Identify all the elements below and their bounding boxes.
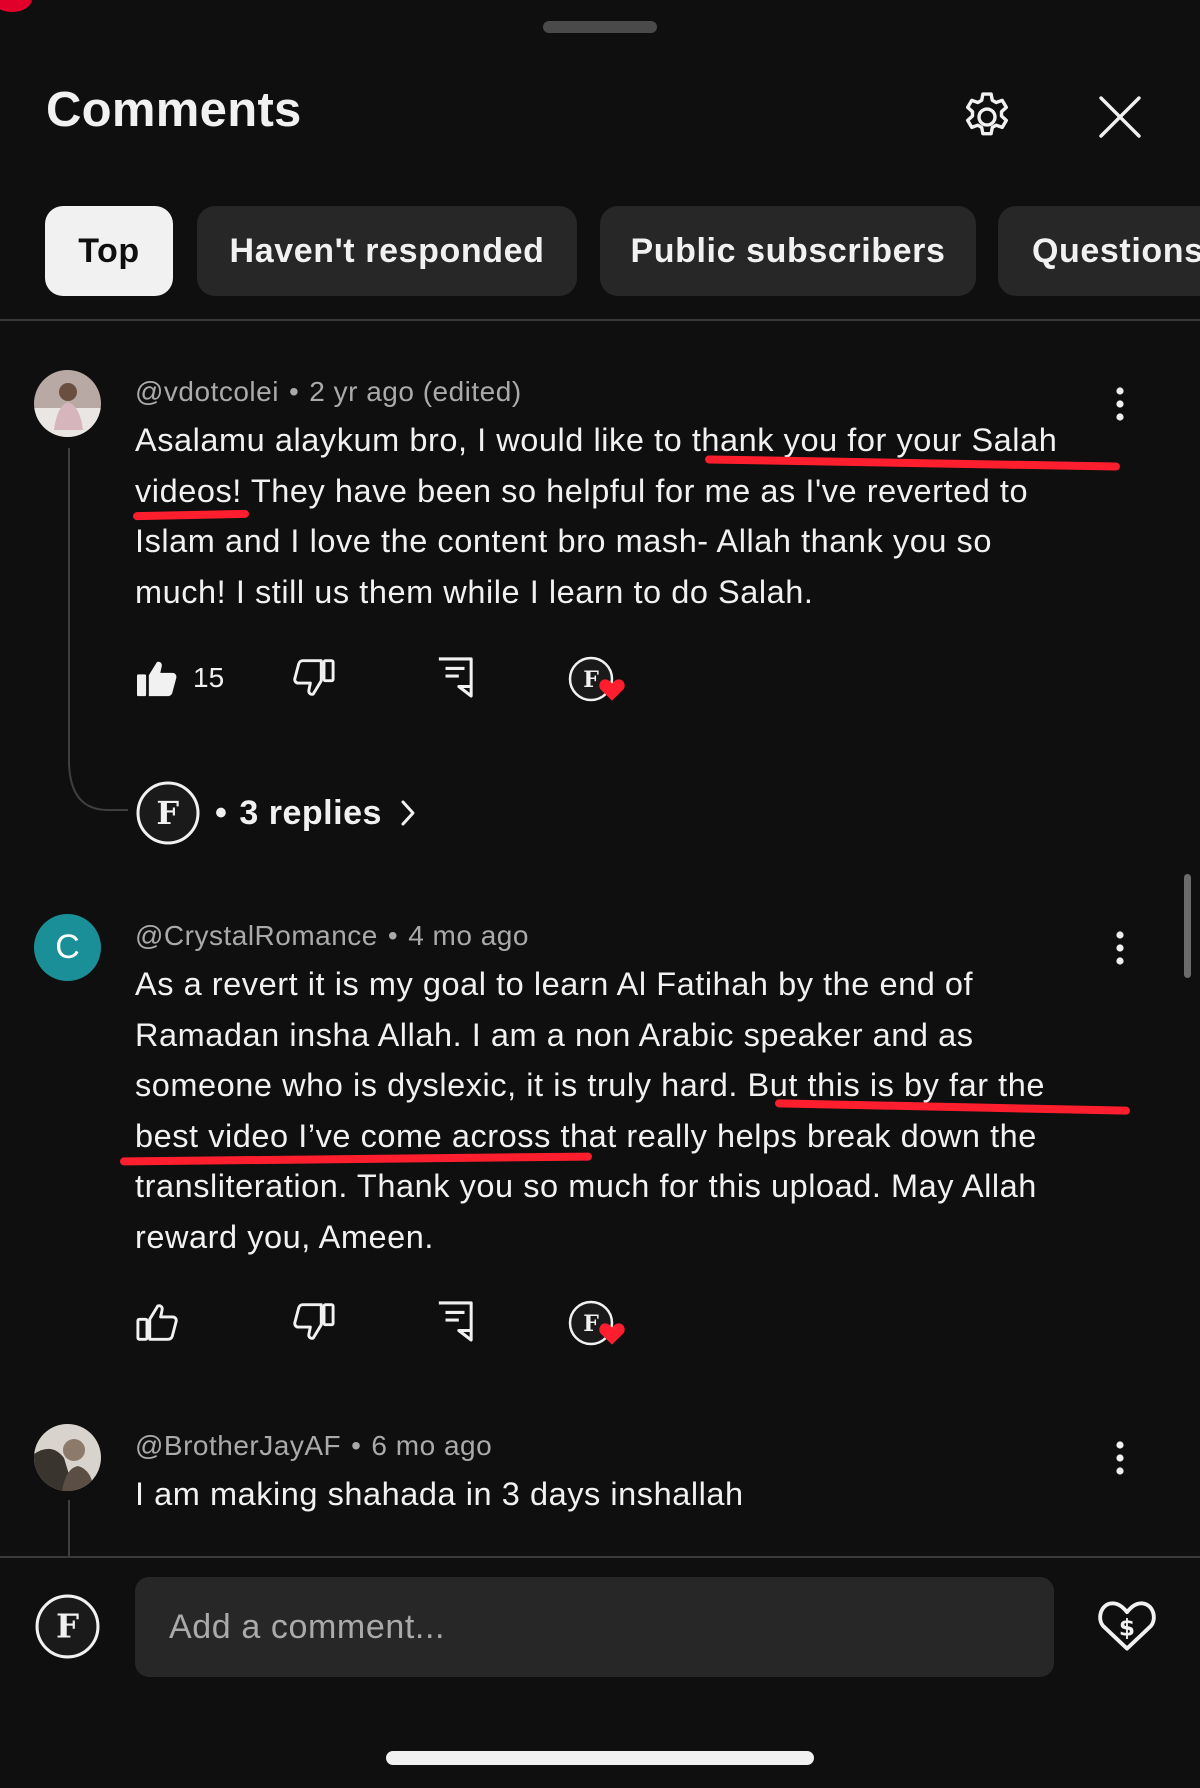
user-photo-icon <box>34 370 101 437</box>
filter-chips: Top Haven't responded Public subscribers… <box>0 206 1200 298</box>
home-indicator <box>386 1751 814 1765</box>
comment-author[interactable]: @CrystalRomance <box>135 920 378 951</box>
creator-heart[interactable]: F <box>568 656 632 708</box>
channel-logo-icon: F <box>35 1594 100 1659</box>
comment-meta: @vdotcolei • 2 yr ago (edited) <box>135 376 522 407</box>
avatar[interactable] <box>34 370 101 437</box>
composer-divider <box>0 1556 1200 1558</box>
close-icon <box>1099 96 1141 138</box>
thumbs-up-icon <box>136 1304 178 1341</box>
chip-public-subscribers[interactable]: Public subscribers <box>600 206 976 296</box>
reply-comment-icon <box>438 1301 473 1342</box>
avatar[interactable] <box>34 1424 101 1491</box>
reply-button[interactable] <box>436 656 474 703</box>
avatar[interactable]: C <box>34 914 101 981</box>
heart-dollar-icon: $ <box>1098 1601 1156 1651</box>
comment-author[interactable]: @BrotherJayAF <box>135 1430 341 1461</box>
comment-meta: @BrotherJayAF • 6 mo ago <box>135 1430 493 1461</box>
gear-icon <box>965 92 1009 136</box>
like-button[interactable] <box>135 1302 179 1347</box>
chip-havent-responded[interactable]: Haven't responded <box>197 206 577 296</box>
replies-count: 3 replies <box>239 793 382 832</box>
page-title: Comments <box>46 83 302 137</box>
settings-button[interactable] <box>958 88 1016 146</box>
thumbs-down-icon <box>293 1303 335 1340</box>
dislike-button[interactable] <box>292 658 336 703</box>
super-thanks-button[interactable]: $ <box>1096 1595 1158 1658</box>
header-divider <box>0 319 1200 321</box>
drag-handle[interactable] <box>543 21 657 33</box>
close-button[interactable] <box>1097 94 1143 140</box>
like-button[interactable]: 15 <box>135 658 224 698</box>
thread-connector <box>68 760 128 811</box>
svg-text:$: $ <box>1119 1615 1135 1642</box>
heart-icon <box>599 1323 625 1345</box>
comment-meta: @CrystalRomance • 4 mo ago <box>135 920 529 951</box>
comment-text: I am making shahada in 3 days inshallah <box>135 1476 744 1512</box>
scrollbar[interactable] <box>1184 874 1191 978</box>
recording-indicator <box>0 0 32 12</box>
svg-text:F: F <box>583 1311 599 1337</box>
chip-questions[interactable]: Questions <box>998 206 1200 296</box>
reply-button[interactable] <box>436 1300 474 1347</box>
svg-text:F: F <box>583 667 599 693</box>
chevron-right-icon <box>401 800 415 826</box>
comment-text: Asalamu alaykum bro, I would like to tha… <box>135 422 1058 610</box>
thread-line <box>68 1500 70 1558</box>
thread-line <box>68 448 70 766</box>
svg-text:F: F <box>156 794 179 832</box>
dislike-button[interactable] <box>292 1302 336 1347</box>
comment-age: 6 mo ago <box>371 1430 493 1461</box>
comment-input[interactable]: Add a comment... <box>135 1577 1054 1677</box>
channel-logo-icon: F <box>136 781 200 845</box>
heart-icon <box>599 679 625 701</box>
avatar: F <box>34 1593 101 1665</box>
chip-top[interactable]: Top <box>45 206 173 296</box>
reply-comment-icon <box>438 657 473 698</box>
creator-heart[interactable]: F <box>568 1300 632 1352</box>
comment-age: 2 yr ago (edited) <box>309 376 522 407</box>
comment-author[interactable]: @vdotcolei <box>135 376 279 407</box>
svg-text:F: F <box>56 1608 79 1646</box>
thumbs-down-icon <box>293 659 335 696</box>
user-photo-icon <box>34 1424 101 1491</box>
thumbs-up-filled-icon <box>137 661 177 697</box>
comment-age: 4 mo ago <box>408 920 529 951</box>
view-replies-button[interactable]: F • 3 replies <box>135 780 416 846</box>
